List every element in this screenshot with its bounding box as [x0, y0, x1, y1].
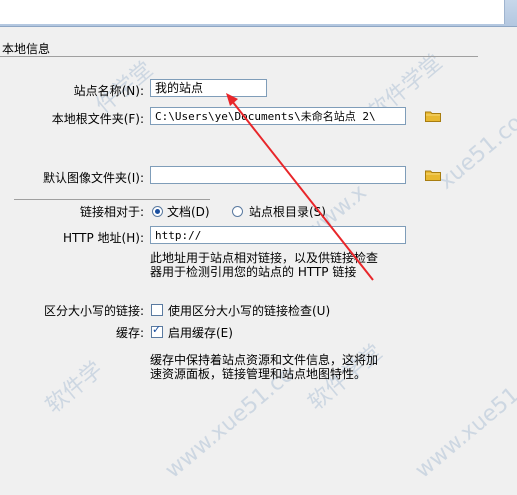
- annotation-arrow: [226, 93, 374, 281]
